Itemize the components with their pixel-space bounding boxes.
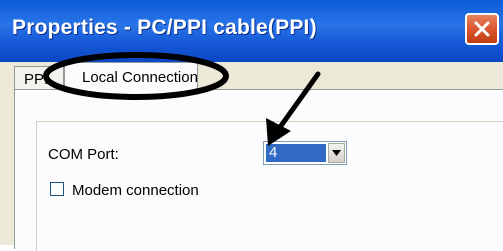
- chevron-down-icon: [332, 150, 341, 156]
- properties-dialog: Properties - PC/PPI cable(PPI) PPI Local…: [0, 0, 503, 251]
- com-port-value: 4: [266, 144, 326, 162]
- tab-ppi[interactable]: PPI: [14, 66, 64, 89]
- tab-local-connection[interactable]: Local Connection: [64, 62, 198, 90]
- window-title: Properties - PC/PPI cable(PPI): [12, 16, 317, 39]
- com-port-dropdown-button[interactable]: [328, 143, 345, 163]
- com-port-select[interactable]: 4: [263, 141, 347, 165]
- modem-connection-checkbox[interactable]: [50, 182, 64, 196]
- tab-ppi-label: PPI: [24, 71, 49, 88]
- com-port-label: COM Port:: [48, 146, 119, 163]
- modem-connection-label: Modem connection: [72, 182, 199, 199]
- close-icon: [474, 21, 490, 37]
- tab-local-connection-label: Local Connection: [82, 69, 198, 86]
- close-button[interactable]: [465, 13, 499, 45]
- title-bar[interactable]: Properties - PC/PPI cable(PPI): [0, 0, 503, 62]
